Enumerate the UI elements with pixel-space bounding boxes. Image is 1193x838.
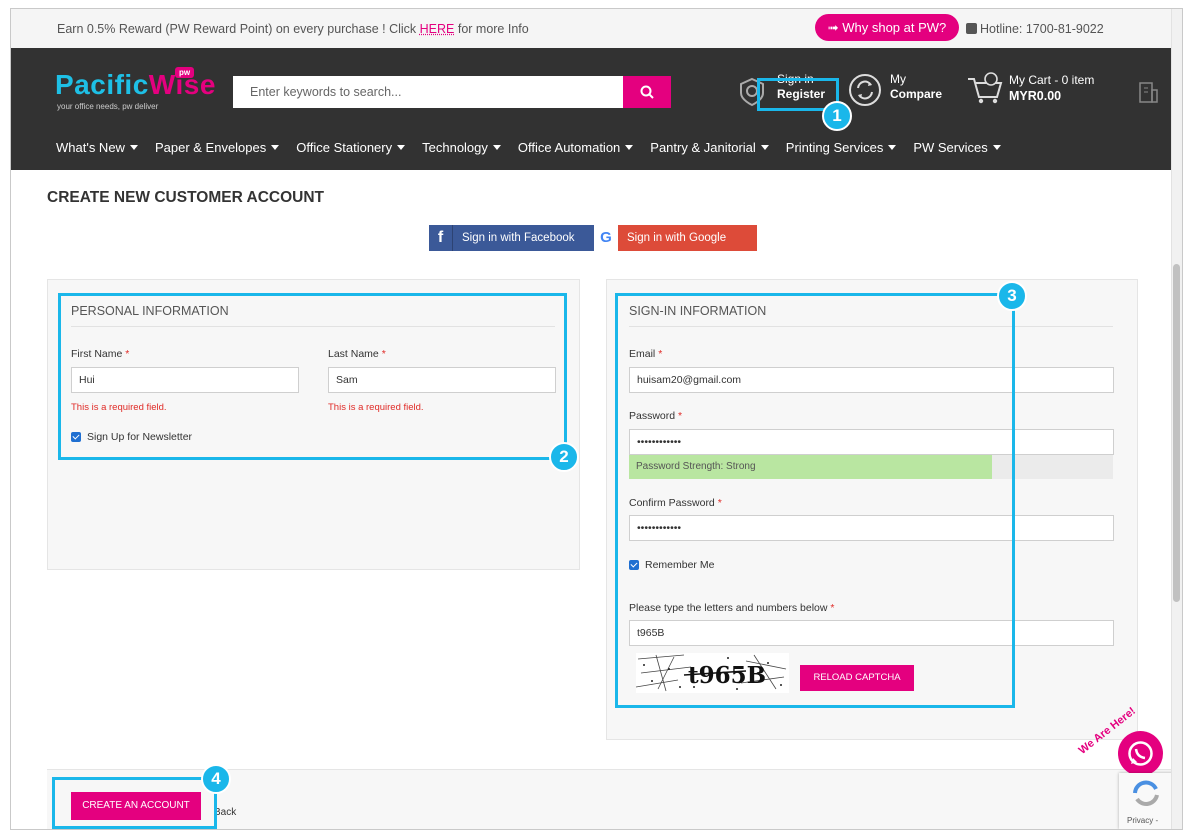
confirm-password-label: Confirm Password *: [629, 497, 722, 509]
caret-down-icon: [760, 145, 769, 150]
remember-me-checkbox[interactable]: [629, 560, 639, 570]
personal-information-legend: PERSONAL INFORMATION: [71, 304, 229, 318]
signin-link[interactable]: Sign in: [777, 72, 825, 87]
register-link[interactable]: Register: [777, 87, 825, 102]
hotline-text: Hotline: 1700-81-9022: [966, 22, 1104, 36]
nav-item-printing-services[interactable]: Printing Services: [786, 140, 897, 160]
newsletter-checkbox[interactable]: [71, 432, 81, 442]
search-input[interactable]: [233, 76, 624, 108]
facebook-signin-button[interactable]: f Sign in with Facebook: [429, 225, 594, 251]
browser-viewport: Earn 0.5% Reward (PW Reward Point) on ev…: [10, 8, 1183, 830]
email-input[interactable]: [629, 367, 1114, 393]
captcha-image: t965B: [636, 653, 789, 693]
compare-icon: [849, 74, 881, 106]
phone-icon: [966, 23, 977, 34]
recaptcha-icon: [1133, 780, 1159, 806]
newsletter-label: Sign Up for Newsletter: [87, 431, 193, 443]
remember-me-label: Remember Me: [645, 559, 715, 571]
nav-item-office-automation[interactable]: Office Automation: [518, 140, 634, 160]
first-name-error: This is a required field.: [71, 402, 167, 413]
cart-icon[interactable]: [966, 71, 1004, 105]
site-header: PacificWise pw your office needs, pw del…: [11, 48, 1172, 170]
whatsapp-chat-button[interactable]: [1118, 731, 1163, 776]
search-icon: [640, 85, 654, 99]
caret-down-icon: [397, 145, 406, 150]
logo-tagline: your office needs, pw deliver: [57, 102, 159, 111]
signin-information-legend: SIGN-IN INFORMATION: [629, 304, 767, 318]
divider: [71, 326, 555, 327]
annotation-badge-4: 4: [201, 764, 231, 794]
top-info-bar: Earn 0.5% Reward (PW Reward Point) on ev…: [11, 9, 1172, 48]
first-name-label: First Name *: [71, 348, 130, 360]
promo-here-link[interactable]: HERE: [420, 22, 455, 36]
divider: [629, 326, 1113, 327]
why-shop-button[interactable]: ➟ Why shop at PW?: [815, 14, 959, 41]
whatsapp-icon: [1128, 741, 1153, 766]
password-strength-meter: Password Strength: Strong: [629, 455, 1113, 479]
search-button[interactable]: [623, 76, 671, 108]
caret-down-icon: [129, 145, 138, 150]
email-label: Email *: [629, 348, 663, 360]
caret-down-icon: [625, 145, 634, 150]
my-compare-link[interactable]: My Compare: [890, 72, 942, 102]
annotation-badge-2: 2: [549, 442, 579, 472]
facebook-icon: f: [429, 225, 453, 251]
nav-item-paper-envelopes[interactable]: Paper & Envelopes: [155, 140, 280, 160]
main-navigation: What's New Paper & Envelopes Office Stat…: [56, 140, 1018, 160]
signin-register-links[interactable]: Sign in Register: [777, 72, 825, 102]
caret-down-icon: [271, 145, 280, 150]
my-cart-link[interactable]: My Cart - 0 item MYR0.00: [1009, 72, 1094, 104]
account-icon: [740, 77, 764, 107]
create-account-button[interactable]: CREATE AN ACCOUNT: [71, 792, 201, 820]
recaptcha-badge[interactable]: Privacy -: [1119, 773, 1174, 829]
pacificwise-logo[interactable]: PacificWise pw your office needs, pw del…: [55, 67, 225, 113]
back-link[interactable]: Back: [214, 807, 236, 818]
page-title: CREATE NEW CUSTOMER ACCOUNT: [47, 189, 324, 206]
annotation-badge-3: 3: [997, 281, 1027, 311]
captcha-label: Please type the letters and numbers belo…: [629, 602, 835, 614]
captcha-image-text: t965B: [688, 662, 766, 689]
confirm-password-input[interactable]: ••••••••••••: [629, 515, 1114, 541]
last-name-error: This is a required field.: [328, 402, 424, 413]
password-input[interactable]: ••••••••••••: [629, 429, 1114, 455]
google-signin-button[interactable]: G Sign in with Google: [594, 225, 757, 251]
reload-captcha-button[interactable]: RELOAD CAPTCHA: [800, 665, 914, 691]
password-label: Password *: [629, 410, 683, 422]
caret-down-icon: [888, 145, 897, 150]
caret-down-icon: [492, 145, 501, 150]
logo-badge: pw: [175, 67, 195, 78]
nav-item-office-stationery[interactable]: Office Stationery: [296, 140, 406, 160]
last-name-input[interactable]: [328, 367, 556, 393]
personal-information-panel: [47, 279, 580, 570]
caret-down-icon: [992, 145, 1001, 150]
password-strength-text: Password Strength: Strong: [636, 461, 756, 472]
nav-item-technology[interactable]: Technology: [422, 140, 501, 160]
nav-item-whats-new[interactable]: What's New: [56, 140, 138, 160]
nav-item-pantry-janitorial[interactable]: Pantry & Janitorial: [650, 140, 769, 160]
nav-item-pw-services[interactable]: PW Services: [913, 140, 1001, 160]
reward-promo-text: Earn 0.5% Reward (PW Reward Point) on ev…: [57, 22, 529, 36]
first-name-input[interactable]: [71, 367, 299, 393]
scrollbar-thumb[interactable]: [1173, 264, 1180, 602]
last-name-label: Last Name *: [328, 348, 386, 360]
page-scrollbar[interactable]: [1171, 9, 1182, 829]
google-icon: G: [594, 225, 618, 251]
building-icon[interactable]: [1137, 80, 1159, 104]
captcha-input[interactable]: [629, 620, 1114, 646]
annotation-badge-1: 1: [822, 101, 852, 131]
